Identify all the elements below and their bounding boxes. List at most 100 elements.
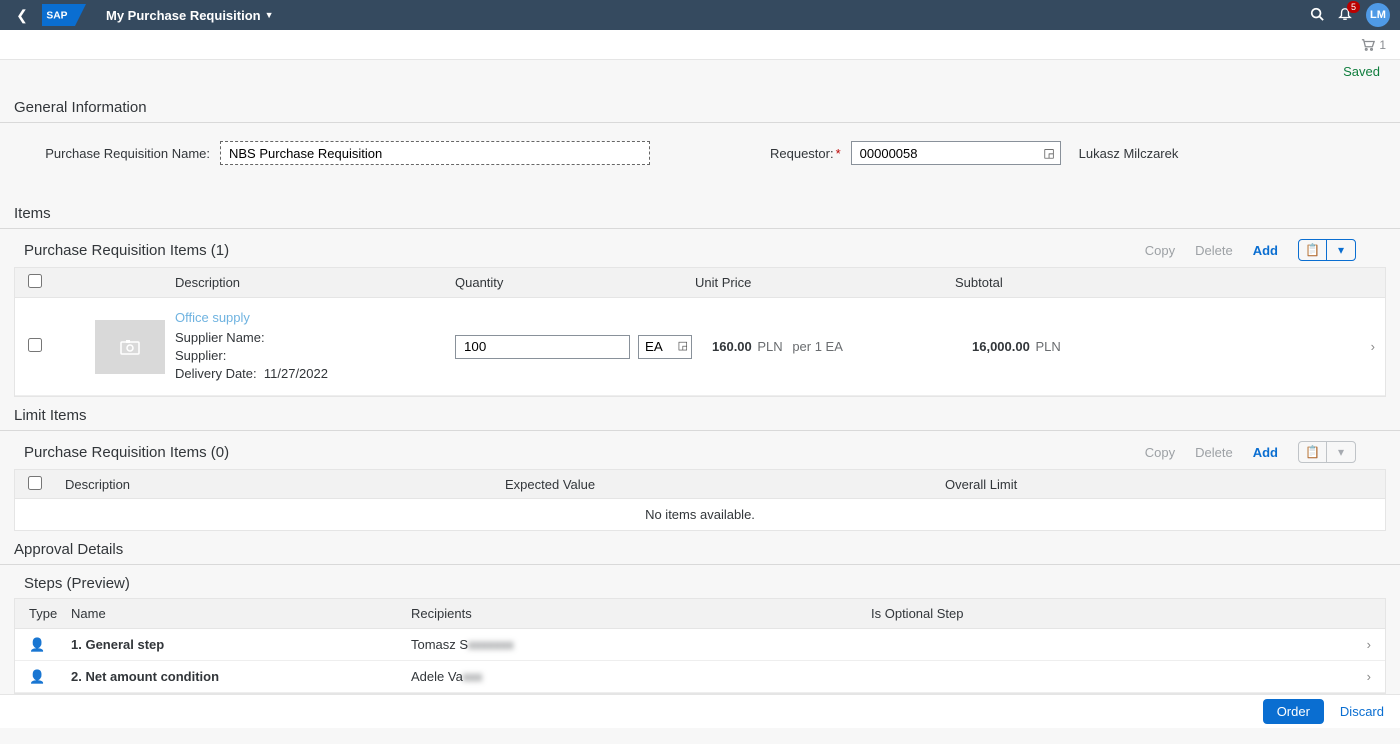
unit-price-per: per 1 EA	[792, 339, 843, 354]
avatar[interactable]: LM	[1366, 3, 1390, 27]
person-icon: 👤	[29, 669, 45, 684]
requestor-input-wrap: ◲	[851, 141, 1061, 165]
step-2-name: 2. Net amount condition	[71, 669, 411, 684]
general-form: Purchase Requisition Name: Requestor:* ◲…	[0, 123, 1400, 195]
limit-col-overall: Overall Limit	[935, 477, 1385, 492]
shell-right: 5 LM	[1310, 3, 1390, 27]
step-1-recipient: Tomasz S	[411, 637, 468, 652]
items-panel-head: Purchase Requisition Items (1) Copy Dele…	[0, 229, 1400, 267]
col-name: Name	[71, 606, 411, 621]
section-approval-title: Approval Details	[0, 531, 1400, 565]
requestor-label: Requestor:*	[770, 146, 841, 161]
limit-panel-actions: Copy Delete Add 📋 ▾	[1145, 441, 1386, 463]
col-recipients: Recipients	[411, 606, 871, 621]
step-1-nav[interactable]: ›	[1345, 637, 1385, 652]
approval-panel-head: Steps (Preview)	[0, 565, 1400, 598]
status-row: Saved	[0, 60, 1400, 89]
subheader: 1	[0, 30, 1400, 60]
limit-paste-dropdown-icon: ▾	[1327, 442, 1355, 462]
app-title-text: My Purchase Requisition	[106, 8, 261, 23]
pr-name-input[interactable]	[220, 141, 650, 165]
unit-price-value: 160.00	[712, 339, 752, 354]
supplier-label: Supplier:	[175, 348, 226, 363]
items-select-all[interactable]	[28, 274, 42, 288]
svg-text:SAP: SAP	[46, 11, 67, 22]
cart-count: 1	[1379, 38, 1386, 52]
requestor-row: Requestor:* ◲ Lukasz Milczarek	[770, 141, 1178, 165]
limit-panel-title: Purchase Requisition Items (0)	[24, 444, 229, 461]
search-icon[interactable]	[1310, 7, 1324, 24]
step-row: 👤 1. General step Tomasz Sxxxxxxx ›	[15, 629, 1385, 661]
section-items-title: Items	[0, 195, 1400, 229]
cart-button[interactable]: 1	[1361, 38, 1386, 52]
col-description: Description	[165, 275, 445, 290]
limit-table-header: Description Expected Value Overall Limit	[14, 469, 1386, 499]
step-1-name: 1. General step	[71, 637, 411, 652]
shell-left: ❮ SAP My Purchase Requisition ▼	[10, 3, 274, 27]
footer-bar: Order Discard	[0, 694, 1400, 728]
col-type: Type	[15, 606, 71, 621]
limit-select-all[interactable]	[28, 476, 42, 490]
section-general-title: General Information	[0, 89, 1400, 123]
items-table-header: Description Quantity Unit Price Subtotal	[15, 268, 1385, 298]
pr-name-label: Purchase Requisition Name:	[20, 146, 210, 161]
steps-table: Type Name Recipients Is Optional Step 👤 …	[14, 598, 1386, 694]
items-add-button[interactable]: Add	[1253, 243, 1278, 258]
col-quantity: Quantity	[445, 275, 685, 290]
step-2-recipient: Adele Va	[411, 669, 463, 684]
item-row-checkbox[interactable]	[28, 338, 42, 352]
sap-logo: SAP	[42, 3, 90, 27]
paste-icon[interactable]: 📋	[1299, 240, 1327, 260]
requestor-input[interactable]	[851, 141, 1061, 165]
shell-bar: ❮ SAP My Purchase Requisition ▼ 5 LM	[0, 0, 1400, 30]
limit-paste-icon: 📋	[1299, 442, 1327, 462]
item-row: Office supply Supplier Name: Supplier: D…	[15, 298, 1385, 396]
limit-col-expected: Expected Value	[495, 477, 935, 492]
limit-copy-button[interactable]: Copy	[1145, 445, 1175, 460]
step-row: 👤 2. Net amount condition Adele Vaxxx ›	[15, 661, 1385, 693]
items-panel-actions: Copy Delete Add 📋 ▾	[1145, 239, 1386, 261]
section-limit-title: Limit Items	[0, 397, 1400, 431]
col-optional: Is Optional Step	[871, 606, 1345, 621]
back-button[interactable]: ❮	[10, 7, 34, 24]
items-panel-title: Purchase Requisition Items (1)	[24, 242, 229, 259]
col-subtotal: Subtotal	[945, 275, 1345, 290]
paste-dropdown-icon[interactable]: ▾	[1327, 240, 1355, 260]
notifications-icon[interactable]: 5	[1338, 7, 1352, 24]
pr-name-row: Purchase Requisition Name:	[20, 141, 650, 165]
items-delete-button[interactable]: Delete	[1195, 243, 1233, 258]
col-unit-price: Unit Price	[685, 275, 945, 290]
delivery-date-value: 11/27/2022	[264, 366, 328, 381]
subtotal-value: 16,000.00	[972, 339, 1030, 354]
limit-table: Description Expected Value Overall Limit…	[0, 469, 1400, 531]
approval-panel-title: Steps (Preview)	[24, 575, 130, 592]
app-title-dropdown[interactable]: My Purchase Requisition ▼	[106, 8, 274, 23]
discard-button[interactable]: Discard	[1340, 704, 1384, 719]
item-description-link[interactable]: Office supply	[175, 310, 435, 325]
unit-price-currency: PLN	[757, 339, 782, 354]
items-copy-button[interactable]: Copy	[1145, 243, 1175, 258]
status-saved: Saved	[1343, 64, 1380, 79]
subtotal-currency: PLN	[1035, 339, 1060, 354]
order-button[interactable]: Order	[1263, 699, 1324, 724]
steps-table-header: Type Name Recipients Is Optional Step	[15, 599, 1385, 629]
items-table: Description Quantity Unit Price Subtotal…	[14, 267, 1386, 397]
limit-paste-group: 📋 ▾	[1298, 441, 1356, 463]
items-paste-group: 📋 ▾	[1298, 239, 1356, 261]
person-icon: 👤	[29, 637, 45, 652]
avatar-initials: LM	[1370, 9, 1386, 21]
unit-value-help-icon[interactable]: ◲	[678, 339, 688, 352]
limit-add-button[interactable]: Add	[1253, 445, 1278, 460]
item-image-placeholder	[95, 320, 165, 374]
limit-empty-text: No items available.	[14, 499, 1386, 531]
delivery-date-label: Delivery Date:	[175, 366, 257, 381]
quantity-input[interactable]	[455, 335, 630, 359]
step-2-nav[interactable]: ›	[1345, 669, 1385, 684]
item-row-nav[interactable]: ›	[1345, 339, 1385, 354]
supplier-name-label: Supplier Name:	[175, 330, 265, 345]
value-help-icon[interactable]: ◲	[1043, 146, 1054, 160]
limit-col-description: Description	[55, 477, 495, 492]
requestor-name-text: Lukasz Milczarek	[1079, 146, 1179, 161]
limit-delete-button[interactable]: Delete	[1195, 445, 1233, 460]
caret-down-icon: ▼	[265, 10, 274, 20]
